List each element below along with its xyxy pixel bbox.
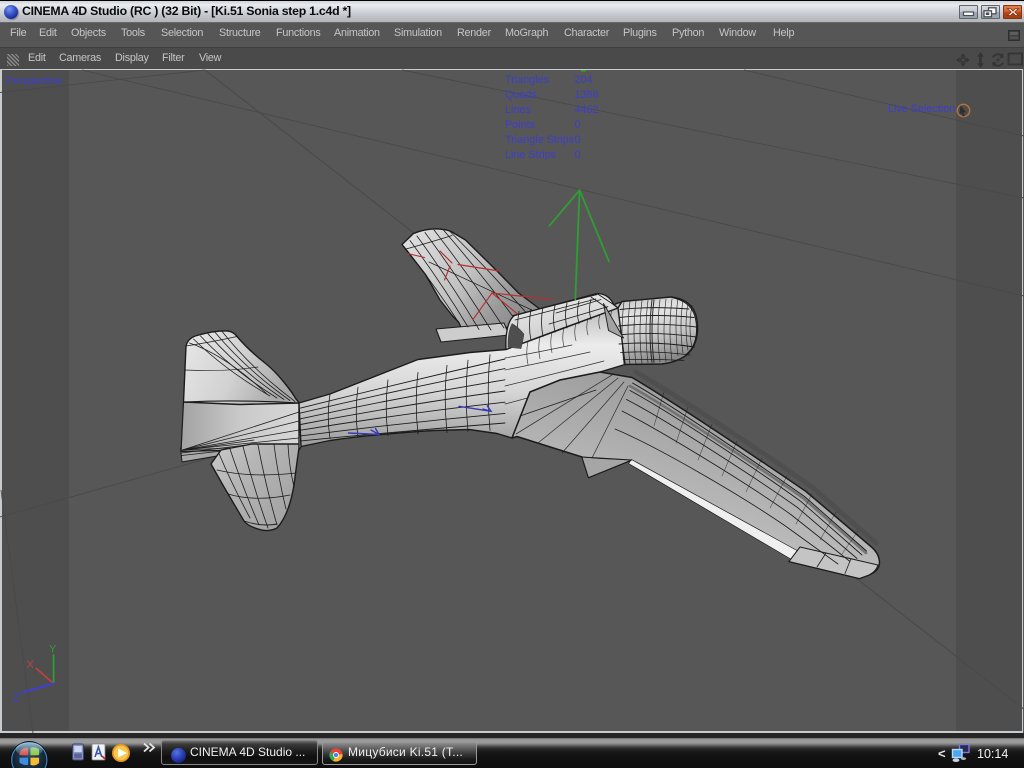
- svg-text:Z: Z: [13, 690, 20, 704]
- svg-text:Y: Y: [49, 644, 57, 656]
- svg-text:X: X: [27, 659, 35, 671]
